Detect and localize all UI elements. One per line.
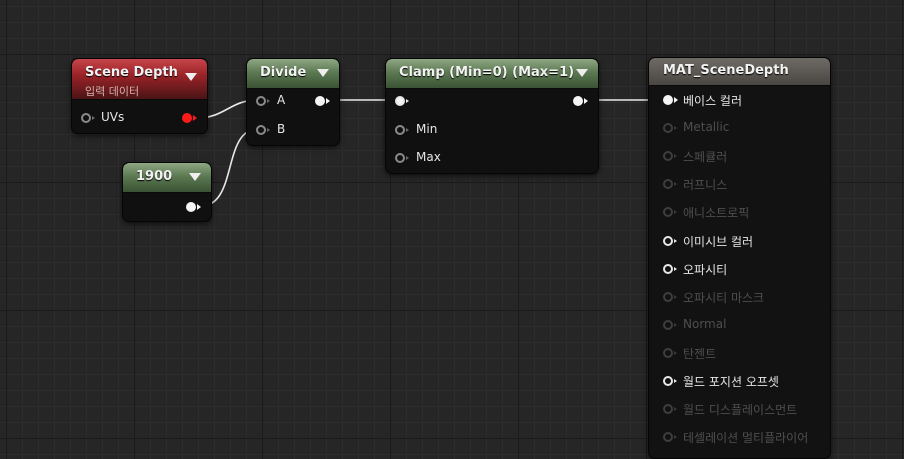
clamp-header[interactable]: Clamp (Min=0) (Max=1) bbox=[386, 59, 598, 89]
material-result-node[interactable]: MAT_SceneDepth 베이스 컬러 Metallic 스페큘러러프니스애니소… bbox=[648, 57, 831, 459]
material-input-pin[interactable] bbox=[663, 151, 677, 162]
divide-header[interactable]: Divide bbox=[247, 59, 339, 89]
material-input-pin[interactable] bbox=[663, 319, 677, 330]
material-input-label: 러프니스 bbox=[683, 178, 728, 193]
material-header[interactable]: MAT_SceneDepth bbox=[649, 58, 830, 86]
clamp-min-label: Min bbox=[416, 122, 438, 136]
material-input-pin[interactable] bbox=[663, 376, 677, 386]
divide-node[interactable]: Divide A B bbox=[246, 58, 340, 146]
material-title: MAT_SceneDepth bbox=[663, 63, 789, 78]
scene-depth-header[interactable]: Scene Depth 입력 데이터 bbox=[72, 59, 207, 100]
constant-header[interactable]: 1900 bbox=[123, 163, 211, 193]
scene-depth-title: Scene Depth bbox=[85, 65, 178, 80]
material-input-pin[interactable] bbox=[663, 263, 677, 274]
scene-depth-subtitle: 입력 데이터 bbox=[85, 85, 140, 98]
material-input-label: 베이스 컬러 bbox=[683, 94, 743, 108]
clamp-max-input-pin[interactable] bbox=[395, 153, 409, 163]
material-input-label: 스페큘러 bbox=[683, 150, 728, 165]
scene-depth-node[interactable]: Scene Depth 입력 데이터 UVs bbox=[71, 58, 208, 134]
scene-depth-output-pin[interactable] bbox=[182, 113, 197, 123]
material-input-label: 오파시티 bbox=[683, 262, 728, 277]
material-input-pin[interactable] bbox=[663, 123, 677, 134]
material-input-pin[interactable] bbox=[663, 291, 677, 302]
clamp-max-label: Max bbox=[416, 150, 441, 164]
constant-value: 1900 bbox=[136, 169, 173, 184]
collapse-arrow-icon[interactable] bbox=[317, 69, 329, 77]
material-input-pin[interactable] bbox=[663, 95, 678, 105]
divide-output-pin[interactable] bbox=[315, 96, 330, 106]
uvs-label: UVs bbox=[101, 110, 125, 124]
material-input-label: Normal bbox=[683, 316, 727, 331]
clamp-min-input-pin[interactable] bbox=[395, 125, 409, 135]
clamp-title: Clamp (Min=0) (Max=1) bbox=[399, 65, 575, 80]
material-input-label: 월드 디스플레이스먼트 bbox=[683, 403, 798, 418]
material-input-label: 이미시브 컬러 bbox=[683, 234, 754, 249]
material-input-label: 테셀레이션 멀티플라이어 bbox=[683, 431, 809, 446]
material-input-pin[interactable] bbox=[663, 207, 677, 218]
material-input-pin[interactable] bbox=[663, 179, 677, 190]
divide-a-label: A bbox=[277, 93, 286, 107]
material-input-label: Metallic bbox=[683, 120, 730, 135]
clamp-output-pin[interactable] bbox=[573, 96, 588, 106]
divide-b-input-pin[interactable] bbox=[256, 125, 270, 135]
collapse-arrow-icon[interactable] bbox=[189, 173, 201, 181]
clamp-node[interactable]: Clamp (Min=0) (Max=1) Min Max bbox=[385, 58, 599, 174]
divide-b-label: B bbox=[277, 122, 286, 136]
collapse-arrow-icon[interactable] bbox=[185, 73, 197, 81]
uvs-input-pin[interactable] bbox=[81, 113, 95, 123]
material-input-label: 애니소트로픽 bbox=[683, 206, 750, 221]
material-input-label: 오파시티 마스크 bbox=[683, 290, 765, 305]
clamp-value-input-pin[interactable] bbox=[395, 96, 409, 106]
material-input-pin[interactable] bbox=[663, 404, 677, 415]
constant-output-pin[interactable] bbox=[186, 202, 201, 212]
collapse-arrow-icon[interactable] bbox=[576, 69, 588, 77]
material-input-pin[interactable] bbox=[663, 432, 677, 443]
material-input-label: 월드 포지션 오프셋 bbox=[683, 375, 779, 389]
divide-a-input-pin[interactable] bbox=[256, 96, 270, 106]
material-input-pin[interactable] bbox=[663, 235, 677, 246]
constant-node[interactable]: 1900 bbox=[122, 162, 212, 222]
material-input-label: 탄젠트 bbox=[683, 346, 717, 361]
divide-title: Divide bbox=[260, 65, 307, 80]
material-input-pin[interactable] bbox=[663, 347, 677, 358]
